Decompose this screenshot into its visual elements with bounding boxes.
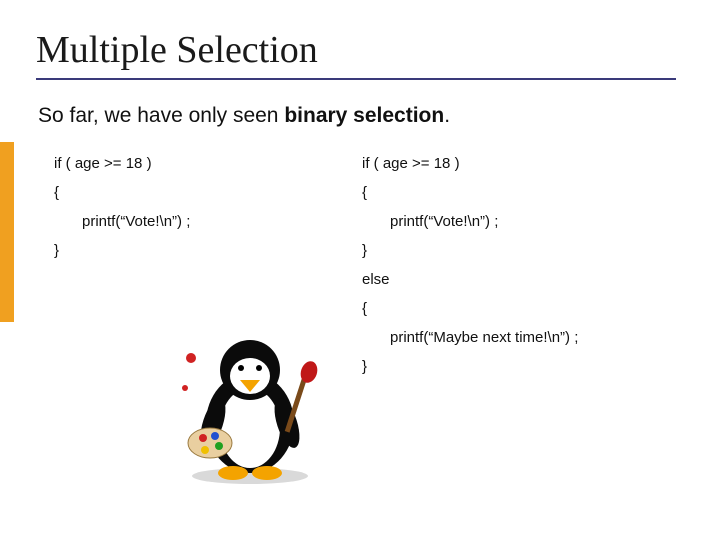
- code-columns: if ( age >= 18 ) { printf(“Vote!\n”) ; }…: [36, 156, 684, 388]
- slide-title: Multiple Selection: [36, 28, 676, 80]
- code-line: }: [362, 243, 578, 258]
- code-line: {: [54, 185, 362, 200]
- code-line: else: [362, 272, 578, 287]
- code-line: }: [362, 359, 578, 374]
- slide-subtitle: So far, we have only seen binary selecti…: [38, 104, 684, 128]
- code-line: {: [362, 301, 578, 316]
- code-line: printf(“Vote!\n”) ;: [54, 214, 362, 229]
- code-line: if ( age >= 18 ): [362, 156, 578, 171]
- code-line: printf(“Vote!\n”) ;: [362, 214, 578, 229]
- code-line: if ( age >= 18 ): [54, 156, 362, 171]
- accent-bar: [0, 142, 14, 322]
- penguin-painter-icon: [175, 328, 325, 488]
- subtitle-bold: binary selection: [284, 104, 444, 127]
- code-line: printf(“Maybe next time!\n”) ;: [362, 330, 578, 345]
- slide: Multiple Selection So far, we have only …: [0, 0, 720, 408]
- subtitle-lead: So far, we have only seen: [38, 104, 284, 127]
- subtitle-tail: .: [444, 104, 450, 127]
- code-line: }: [54, 243, 362, 258]
- code-line: {: [362, 185, 578, 200]
- code-right: if ( age >= 18 ) { printf(“Vote!\n”) ; }…: [362, 156, 578, 388]
